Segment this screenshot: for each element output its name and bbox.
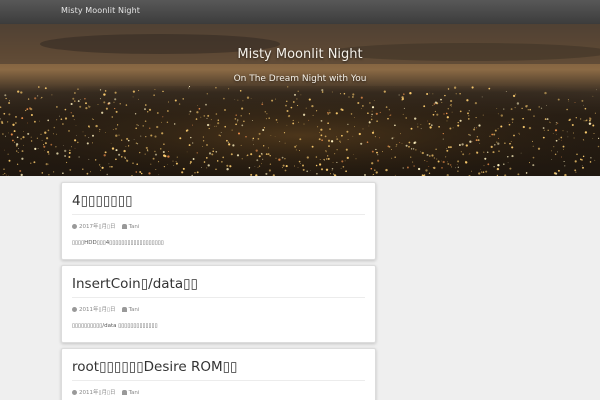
site-brand-link[interactable]: Misty Moonlit Night [61,6,140,15]
user-icon [121,390,127,395]
divider [72,380,365,381]
header-banner: Misty Moonlit Night On The Dream Night w… [0,24,600,176]
post-date: 2011年▯月▯日 [79,307,116,313]
post-author-link[interactable]: Tani [129,390,140,396]
post-date: 2017年▯月▯日 [79,224,116,230]
post-date: 2011年▯月▯日 [79,390,116,396]
clock-icon [72,390,77,395]
post-card: root▯▯▯▯▯▯Desire ROM▯▯ 2011年▯月▯日 Tani [61,348,376,400]
site-tagline: On The Dream Night with You [233,74,367,84]
post-author-link[interactable]: Tani [129,224,140,230]
post-author-link[interactable]: Tani [129,307,140,313]
post-excerpt: ▯▯▯▯HDD▯▯▯4▯▯▯▯▯▯▯▯▯▯▯▯▯▯▯▯▯▯ [72,240,164,246]
user-icon [121,224,127,229]
post-title-link[interactable]: InsertCoin▯/data▯▯ [72,276,198,292]
post-meta: 2017年▯月▯日 Tani [72,222,139,230]
post-excerpt: ▯▯▯▯▯▯▯▯▯▯/data ▯▯▯▯▯▯▯▯▯▯▯▯▯ [72,323,158,329]
clock-icon [72,307,77,312]
user-icon [121,307,127,312]
post-meta: 2011年▯月▯日 Tani [72,388,139,396]
post-title-link[interactable]: 4▯▯▯▯▯▯▯ [72,193,133,209]
post-card: 4▯▯▯▯▯▯▯ 2017年▯月▯日 Tani ▯▯▯▯HDD▯▯▯4▯▯▯▯▯▯… [61,182,376,260]
post-title-link[interactable]: root▯▯▯▯▯▯Desire ROM▯▯ [72,359,238,375]
divider [72,297,365,298]
clock-icon [72,224,77,229]
site-title: Misty Moonlit Night [237,47,363,62]
divider [72,214,365,215]
top-navbar: Misty Moonlit Night [0,0,600,24]
post-meta: 2011年▯月▯日 Tani [72,305,139,313]
post-card: InsertCoin▯/data▯▯ 2011年▯月▯日 Tani ▯▯▯▯▯▯▯… [61,265,376,343]
